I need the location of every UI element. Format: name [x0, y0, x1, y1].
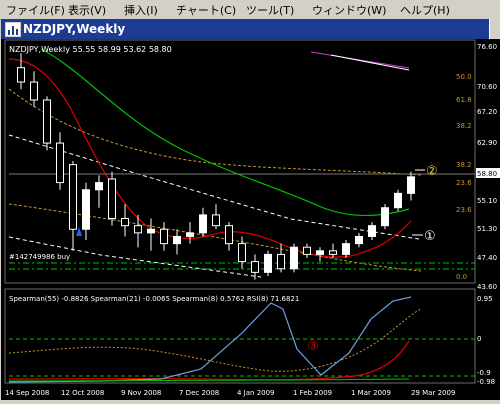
spearman-8-line: [8, 296, 412, 383]
candle-body: [368, 225, 376, 237]
indicator-tick: 0.95: [477, 295, 493, 303]
price-tick: 51.30: [477, 225, 497, 233]
candle-body: [121, 217, 129, 227]
annotation-2: ②: [426, 164, 438, 179]
indicator-header: Spearman(55) -0.8826 Spearman(21) -0.006…: [9, 295, 299, 303]
candle-body: [316, 250, 324, 255]
indicator-tick: -0.9: [477, 369, 491, 377]
candle-body: [82, 189, 90, 230]
time-tick: 12 Oct 2008: [61, 389, 104, 397]
window-title: NZDJPY,Weekly: [23, 22, 126, 36]
candle-body: [394, 192, 402, 209]
window-controls[interactable]: [489, 19, 500, 39]
indicator-tick: -0.98: [477, 378, 495, 386]
annotation-1: ①: [424, 229, 436, 244]
time-tick: 1 Feb 2009: [293, 389, 332, 397]
indicator-axis: 0.95 0 -0.9 -0.98: [477, 295, 495, 386]
menu-tools[interactable]: ツール(T): [246, 2, 294, 18]
menu-chart[interactable]: チャート(C): [176, 2, 236, 18]
candle-body: [329, 250, 337, 255]
ma-slow-green: [40, 48, 410, 217]
price-tick: 43.60: [477, 283, 497, 291]
chart-area[interactable]: NZDJPY,Weekly 55.55 58.99 53.62 58.80 50…: [1, 39, 500, 400]
time-tick: 7 Dec 2008: [179, 389, 219, 397]
candle-body: [342, 243, 350, 255]
price-tick: 70.60: [477, 83, 497, 91]
time-tick: 9 Nov 2008: [121, 389, 161, 397]
price-tick: 47.40: [477, 254, 497, 262]
indicator-tick: 0: [477, 335, 481, 343]
fib-label: 38.2: [456, 161, 472, 169]
time-tick: 1 Mar 2009: [351, 389, 391, 397]
candle-body: [381, 207, 389, 227]
order-label: #142749986 buy: [9, 253, 70, 261]
candle-body: [43, 99, 51, 144]
ma-dashed-orange-upper: [8, 88, 422, 176]
price-tick: 62.90: [477, 139, 497, 147]
current-price-label: 58.80: [477, 170, 497, 178]
candle-body: [186, 232, 194, 237]
fib-label: 38.2: [456, 122, 472, 130]
indicator-panel-frame: [4, 288, 476, 384]
fib-label: 61.8: [456, 96, 472, 104]
candle-body: [225, 225, 233, 245]
price-tick: 55.10: [477, 197, 497, 205]
candle-body: [56, 142, 64, 184]
candle-body: [108, 178, 116, 219]
candle-body: [303, 246, 311, 255]
candle-body: [199, 214, 207, 234]
candle-body: [407, 176, 415, 194]
candles-group: [17, 53, 415, 280]
menu-view[interactable]: 表示(V): [68, 2, 106, 18]
candle-body: [355, 235, 363, 245]
fib-label: 23.6: [456, 179, 472, 187]
candle-body: [147, 228, 155, 234]
candle-body: [160, 228, 168, 245]
annotation-3: ③: [307, 339, 319, 354]
chart-window-titlebar[interactable]: NZDJPY,Weekly: [1, 19, 500, 39]
menu-bar: ファイル(F) 表示(V) 挿入(I) チャート(C) ツール(T) ウィンドウ…: [0, 0, 500, 20]
candle-body: [238, 243, 246, 263]
line-white-top: [330, 54, 410, 71]
fib-label: 50.0: [456, 73, 472, 81]
price-tick: 67.20: [477, 108, 497, 116]
menu-help[interactable]: ヘルプ(H): [400, 2, 450, 18]
chart-svg[interactable]: NZDJPY,Weekly 55.55 58.99 53.62 58.80 50…: [1, 39, 500, 400]
time-axis: 14 Sep 2008 12 Oct 2008 9 Nov 2008 7 Dec…: [5, 389, 455, 397]
fib-label: 23.6: [456, 206, 472, 214]
candle-body: [277, 253, 285, 270]
time-tick: 14 Sep 2008: [5, 389, 49, 397]
time-tick: 29 Mar 2009: [411, 389, 455, 397]
line-magenta-top: [310, 51, 410, 69]
menu-window[interactable]: ウィンドウ(W): [312, 2, 386, 18]
price-panel-header: NZDJPY,Weekly 55.55 58.99 53.62 58.80: [9, 45, 172, 54]
candle-body: [264, 253, 272, 273]
candle-body: [17, 67, 25, 83]
candle-body: [173, 235, 181, 245]
candle-body: [30, 81, 38, 101]
candle-body: [69, 164, 77, 230]
candle-body: [212, 214, 220, 227]
menu-insert[interactable]: 挿入(I): [124, 2, 158, 18]
menu-file[interactable]: ファイル(F): [6, 2, 65, 18]
price-axis: 76.60 70.60 67.20 62.90 58.80 55.10 51.3…: [476, 43, 500, 291]
chart-icon: [5, 22, 21, 37]
fib-label: 0.0: [456, 273, 467, 281]
candle-body: [290, 246, 298, 270]
price-tick: 76.60: [477, 43, 497, 51]
candle-body: [134, 225, 142, 234]
candle-body: [95, 182, 103, 191]
spearman-21-line: [8, 308, 422, 372]
candle-body: [251, 261, 259, 273]
time-tick: 4 Jan 2009: [237, 389, 275, 397]
